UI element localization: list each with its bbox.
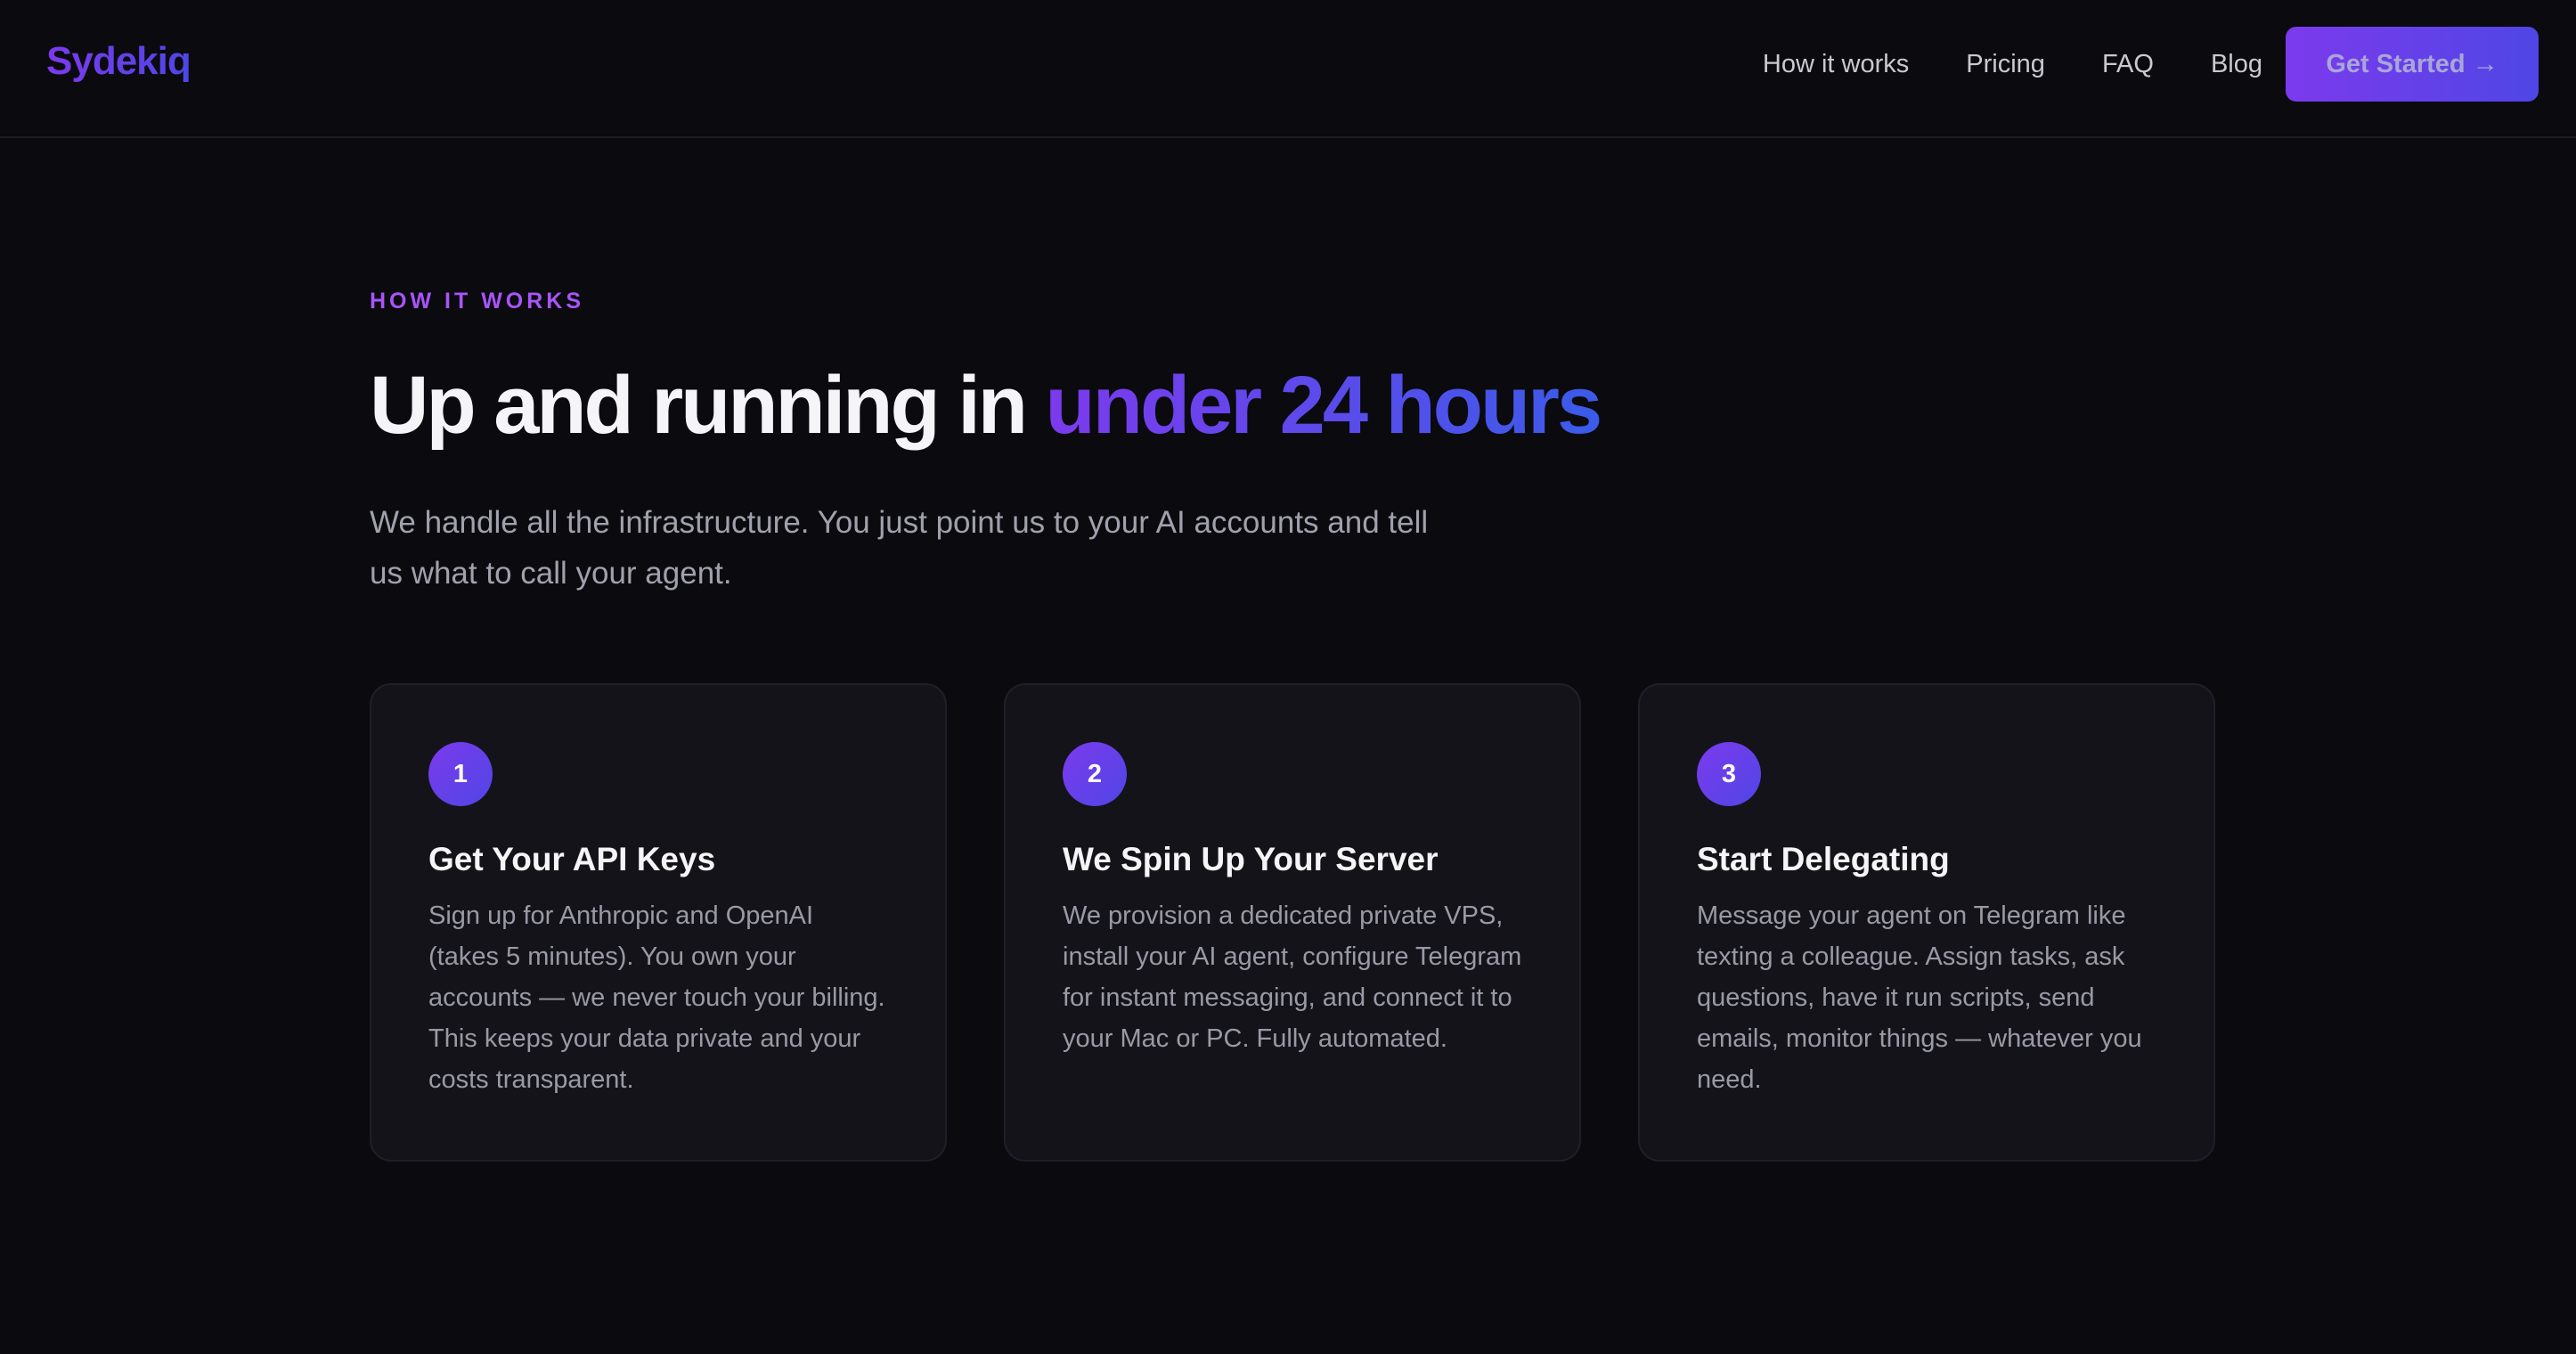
step-title: Start Delegating	[1697, 841, 1950, 877]
step-description: Sign up for Anthropic and OpenAI (takes …	[428, 901, 885, 1094]
section-eyebrow: HOW IT WORKS	[370, 289, 585, 314]
step-title: Get Your API Keys	[428, 841, 716, 877]
steps-cards: 1 Get Your API Keys Sign up for Anthropi…	[370, 683, 2215, 1162]
step-card-3: 3 Start Delegating Message your agent on…	[1638, 683, 2215, 1162]
nav-link-how-it-works[interactable]: How it works	[1763, 48, 1909, 80]
section-headline: Up and running in under 24 hours	[370, 356, 1603, 454]
get-started-button[interactable]: Get Started →	[2286, 27, 2539, 102]
step-description: We provision a dedicated private VPS, in…	[1063, 901, 1522, 1053]
nav-link-pricing[interactable]: Pricing	[1966, 48, 2045, 80]
step-number-badge: 3	[1697, 742, 1761, 806]
step-number-badge: 1	[428, 742, 493, 806]
top-navbar: Sydekiq How it works Pricing FAQ Blog Ge…	[0, 0, 2576, 138]
nav-link-blog[interactable]: Blog	[2211, 48, 2262, 80]
section-subtitle: We handle all the infrastructure. You ju…	[370, 505, 1429, 591]
step-title: We Spin Up Your Server	[1063, 841, 1439, 877]
headline-accent: under 24 hours	[1045, 360, 1603, 451]
nav-link-faq[interactable]: FAQ	[2102, 48, 2154, 80]
step-number-badge: 2	[1063, 742, 1127, 806]
nav-links: How it works Pricing FAQ Blog	[1763, 48, 2262, 80]
brand-logo[interactable]: Sydekiq	[46, 39, 192, 84]
step-card-1: 1 Get Your API Keys Sign up for Anthropi…	[370, 683, 947, 1162]
step-description: Message your agent on Telegram like text…	[1697, 901, 2142, 1094]
step-card-2: 2 We Spin Up Your Server We provision a …	[1004, 683, 1581, 1162]
headline-main: Up and running in	[370, 360, 1046, 451]
